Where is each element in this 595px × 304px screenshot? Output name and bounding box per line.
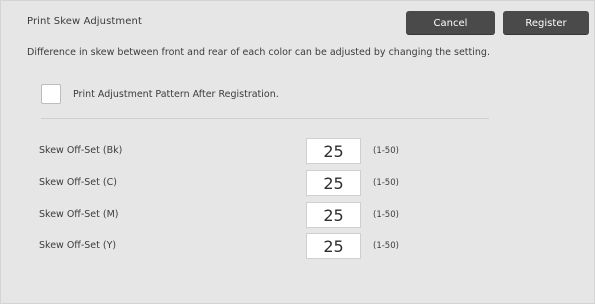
range-hint: (1-50) bbox=[373, 146, 399, 156]
skew-offset-bk-input[interactable]: 25 bbox=[306, 138, 361, 164]
print-adjustment-pattern-checkbox-row[interactable]: Print Adjustment Pattern After Registrat… bbox=[41, 82, 279, 106]
skew-offset-c-input[interactable]: 25 bbox=[306, 170, 361, 196]
register-button[interactable]: Register bbox=[503, 11, 589, 35]
setting-row-skew-offset-m: Skew Off-Set (M) 25 (1-50) bbox=[1, 202, 595, 228]
setting-label: Skew Off-Set (C) bbox=[39, 177, 117, 188]
skew-offset-m-input[interactable]: 25 bbox=[306, 202, 361, 228]
range-hint: (1-50) bbox=[373, 210, 399, 220]
setting-row-skew-offset-y: Skew Off-Set (Y) 25 (1-50) bbox=[1, 233, 595, 259]
setting-label: Skew Off-Set (Bk) bbox=[39, 145, 123, 156]
range-hint: (1-50) bbox=[373, 241, 399, 251]
print-skew-adjustment-screen: Print Skew Adjustment Cancel Register Di… bbox=[0, 0, 595, 304]
setting-row-skew-offset-c: Skew Off-Set (C) 25 (1-50) bbox=[1, 170, 595, 196]
description-text: Difference in skew between front and rea… bbox=[27, 47, 490, 58]
setting-row-skew-offset-bk: Skew Off-Set (Bk) 25 (1-50) bbox=[1, 138, 595, 164]
setting-label: Skew Off-Set (Y) bbox=[39, 240, 117, 251]
page-title: Print Skew Adjustment bbox=[27, 16, 142, 27]
divider bbox=[41, 118, 489, 119]
checkbox-label: Print Adjustment Pattern After Registrat… bbox=[73, 88, 279, 100]
print-adjustment-pattern-checkbox[interactable] bbox=[41, 84, 61, 104]
skew-offset-y-input[interactable]: 25 bbox=[306, 233, 361, 259]
setting-label: Skew Off-Set (M) bbox=[39, 209, 119, 220]
cancel-button[interactable]: Cancel bbox=[406, 11, 495, 35]
range-hint: (1-50) bbox=[373, 178, 399, 188]
